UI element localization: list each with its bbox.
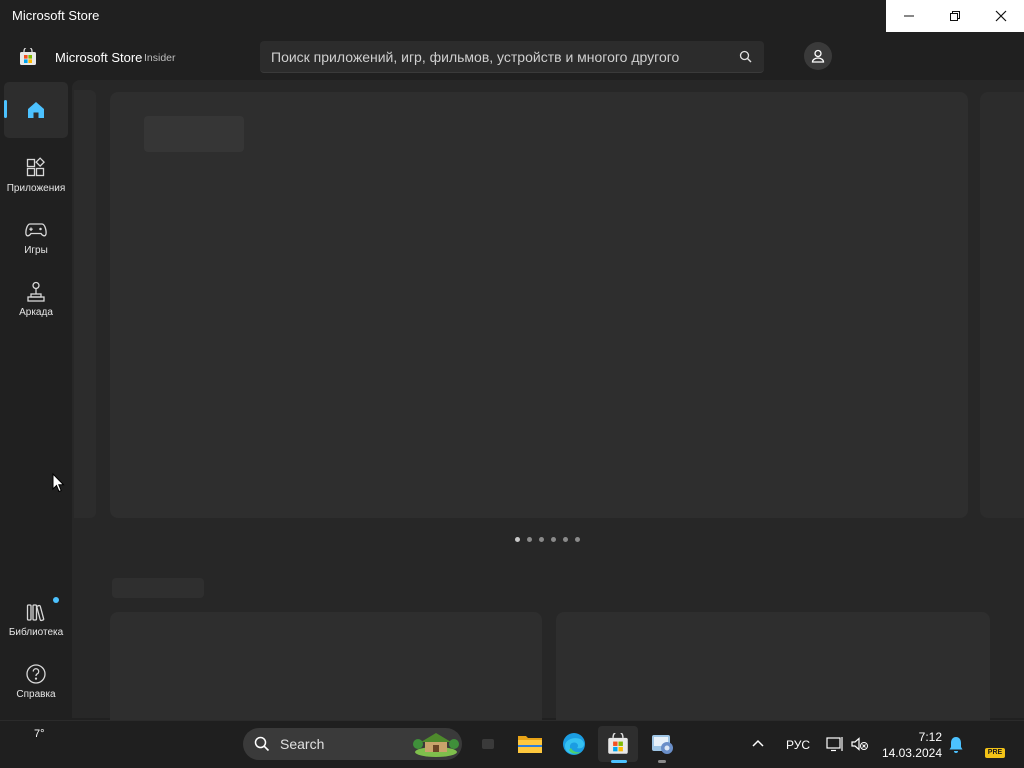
account-icon [811,49,825,63]
carousel-prev-slide[interactable] [74,90,96,518]
search-icon [254,736,270,752]
nav-label: Игры [24,245,48,256]
carousel-next-slide[interactable] [980,92,1024,518]
carousel-dot[interactable] [563,537,568,542]
control-panel-button[interactable] [642,726,682,762]
search-box[interactable] [260,41,764,73]
loading-placeholder [144,116,244,152]
active-app-indicator [611,760,627,763]
restore-button[interactable] [932,0,978,32]
language-indicator[interactable]: РУС [786,738,810,752]
search-icon[interactable] [739,50,752,63]
taskbar-search[interactable]: Search [243,728,462,760]
section-title-placeholder [112,578,204,598]
close-icon [995,10,1007,22]
search-highlight-icon [413,733,459,757]
library-icon [25,600,47,624]
carousel-dot[interactable] [551,537,556,542]
insider-pre-badge: PRE [985,748,1005,758]
carousel-pager [515,537,580,542]
minimize-icon [904,15,914,17]
control-panel-icon [652,735,673,754]
apps-icon [25,156,47,180]
weather-widget[interactable]: 7° [34,728,45,740]
chevron-up-icon[interactable] [751,738,765,748]
task-view-button[interactable] [468,726,508,762]
nav-help[interactable]: Справка [4,652,68,708]
edge-icon [563,733,585,755]
hero-carousel-slide[interactable] [110,92,968,518]
carousel-dot[interactable] [575,537,580,542]
search-input[interactable] [260,41,733,73]
title-bar: Microsoft Store [0,0,1024,32]
edge-button[interactable] [554,726,594,762]
file-explorer-icon [518,736,542,753]
nav-label: Приложения [6,183,66,194]
task-view-icon [482,739,494,749]
active-indicator [4,100,7,118]
carousel-dot[interactable] [515,537,520,542]
notification-bell-icon[interactable] [948,736,964,754]
volume-muted-icon[interactable] [851,736,869,752]
taskbar-search-label: Search [280,736,325,752]
window-controls [886,0,1024,32]
gamepad-icon [24,218,48,242]
clock[interactable]: 7:12 14.03.2024 [870,729,942,761]
store-logo-icon [20,48,36,65]
minimize-button[interactable] [886,0,932,32]
mouse-cursor-icon [52,473,65,493]
running-app-indicator [658,760,666,763]
store-taskbar-button[interactable] [598,726,638,762]
carousel-dot[interactable] [539,537,544,542]
nav-label: Справка [16,689,56,700]
content-card[interactable] [556,612,990,722]
clock-date: 14.03.2024 [881,746,942,760]
home-icon [25,98,47,122]
joystick-icon [25,280,47,304]
restore-icon [950,11,960,21]
nav-arcade[interactable]: Аркада [4,270,68,326]
content-card[interactable] [110,612,542,722]
clock-time: 7:12 [918,730,942,744]
nav-games[interactable]: Игры [4,208,68,264]
nav-label: Аркада [19,307,53,318]
app-name: Microsoft Store [55,50,143,65]
file-explorer-button[interactable] [510,726,550,762]
help-icon [25,662,47,686]
window-title: Microsoft Store [12,8,100,23]
nav-apps[interactable]: Приложения [4,146,68,202]
update-dot [53,597,59,603]
carousel-dot[interactable] [527,537,532,542]
network-icon[interactable] [826,736,844,752]
insider-badge: Insider [144,52,176,64]
close-button[interactable] [978,0,1024,32]
account-button[interactable] [804,42,832,70]
nav-label: Библиотека [8,627,64,638]
nav-home[interactable] [4,82,68,138]
store-icon [608,733,628,754]
